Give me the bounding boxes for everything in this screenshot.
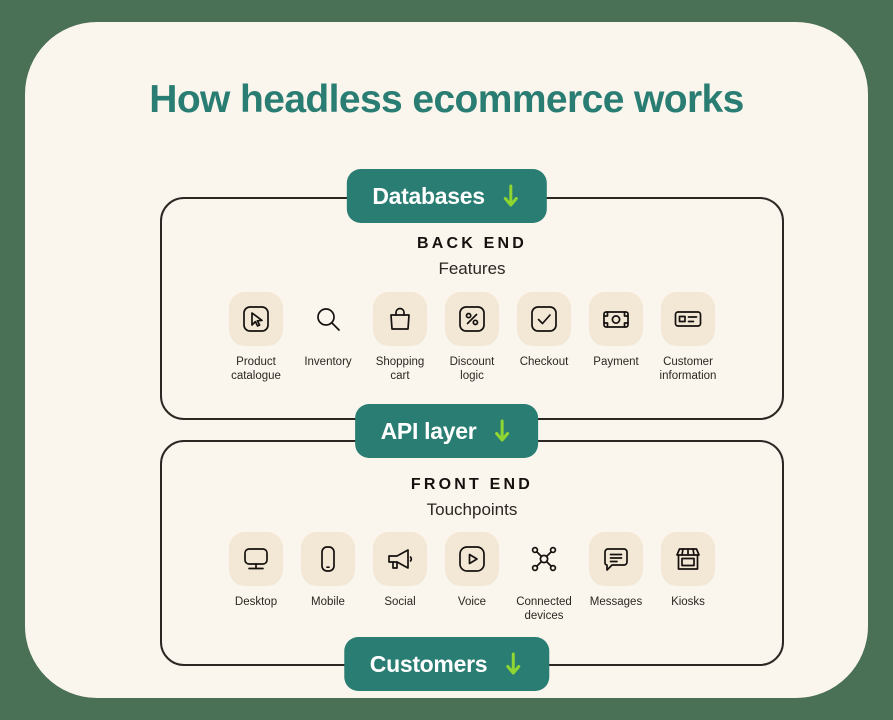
front-end-section: FRONT END Touchpoints Desktop Mobile Soc… xyxy=(160,440,784,666)
feature-product-catalogue[interactable]: Product catalogue xyxy=(220,292,292,384)
touchpoint-label: Social xyxy=(384,596,416,608)
front-end-subtitle: Touchpoints xyxy=(426,500,518,519)
feature-label: Checkout xyxy=(519,356,569,368)
back-end-heading: BACK END Features xyxy=(162,235,782,279)
touchpoint-label: Kiosks xyxy=(671,596,705,608)
cursor-icon xyxy=(229,292,283,346)
page-title: How headless ecommerce works xyxy=(149,78,744,121)
touchpoint-label: Connected devices xyxy=(516,596,572,623)
feature-label: Customer information xyxy=(659,356,717,383)
touchpoint-label: Mobile xyxy=(311,596,345,608)
message-bubble-icon xyxy=(589,532,643,586)
feature-payment[interactable]: Payment xyxy=(580,292,652,369)
storefront-icon xyxy=(661,532,715,586)
check-icon xyxy=(517,292,571,346)
pill-label: Customers xyxy=(369,650,488,677)
pill-customers[interactable]: Customers xyxy=(343,637,550,691)
id-card-icon xyxy=(661,292,715,346)
feature-checkout[interactable]: Checkout xyxy=(508,292,580,369)
smartphone-icon xyxy=(301,532,355,586)
back-end-subtitle: Features xyxy=(438,259,506,278)
front-end-icon-row: Desktop Mobile Social Voice Connected de… xyxy=(162,532,782,624)
touchpoint-label: Desktop xyxy=(234,596,278,608)
touchpoint-social[interactable]: Social xyxy=(364,532,436,609)
arrow-down-icon xyxy=(492,418,512,444)
arrow-down-icon xyxy=(501,183,521,209)
shopping-bag-icon xyxy=(373,292,427,346)
back-end-section: BACK END Features Product catalogue Inve… xyxy=(160,197,784,420)
network-nodes-icon xyxy=(517,532,571,586)
front-end-heading: FRONT END Touchpoints xyxy=(162,476,782,520)
feature-label: Inventory xyxy=(304,356,352,368)
arrow-down-icon xyxy=(503,651,523,677)
pill-databases[interactable]: Databases xyxy=(346,169,547,223)
feature-inventory[interactable]: Inventory xyxy=(292,292,364,369)
touchpoint-voice[interactable]: Voice xyxy=(436,532,508,609)
touchpoint-kiosks[interactable]: Kiosks xyxy=(652,532,724,609)
feature-discount-logic[interactable]: Discount logic xyxy=(436,292,508,384)
touchpoint-label: Messages xyxy=(589,596,643,608)
feature-label: Shopping cart xyxy=(375,356,425,383)
feature-customer-information[interactable]: Customer information xyxy=(652,292,724,384)
touchpoint-desktop[interactable]: Desktop xyxy=(220,532,292,609)
touchpoint-connected-devices[interactable]: Connected devices xyxy=(508,532,580,624)
play-button-icon xyxy=(445,532,499,586)
percent-icon xyxy=(445,292,499,346)
pill-api-layer[interactable]: API layer xyxy=(354,404,539,458)
touchpoint-mobile[interactable]: Mobile xyxy=(292,532,364,609)
monitor-icon xyxy=(229,532,283,586)
diagram-canvas: How headless ecommerce works BACK END Fe… xyxy=(0,0,893,720)
feature-label: Discount logic xyxy=(449,356,495,383)
content-card: How headless ecommerce works BACK END Fe… xyxy=(25,22,868,698)
feature-shopping-cart[interactable]: Shopping cart xyxy=(364,292,436,384)
touchpoint-label: Voice xyxy=(457,596,487,608)
pill-label: Databases xyxy=(372,182,485,209)
pill-label: API layer xyxy=(380,417,477,444)
back-end-kicker: BACK END xyxy=(416,235,528,252)
touchpoint-messages[interactable]: Messages xyxy=(580,532,652,609)
megaphone-icon xyxy=(373,532,427,586)
search-icon xyxy=(301,292,355,346)
feature-label: Payment xyxy=(593,356,639,368)
front-end-kicker: FRONT END xyxy=(410,476,534,493)
banknote-icon xyxy=(589,292,643,346)
feature-label: Product catalogue xyxy=(231,356,281,383)
back-end-icon-row: Product catalogue Inventory Shopping car… xyxy=(162,292,782,384)
